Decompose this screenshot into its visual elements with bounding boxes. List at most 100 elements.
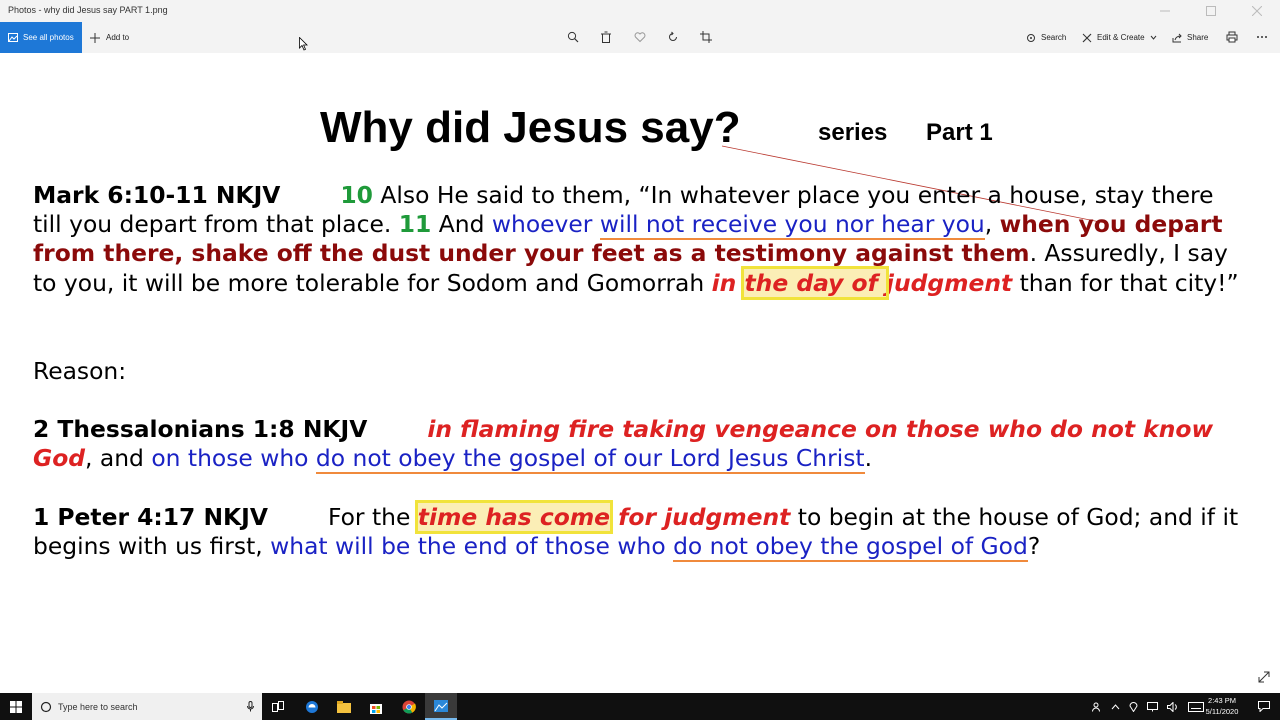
minimize-icon: [1160, 10, 1170, 12]
peter-end: ?: [1027, 532, 1041, 561]
print-icon: [1226, 31, 1238, 43]
delete-button[interactable]: [598, 29, 614, 45]
mark-judgment: judgment: [885, 268, 1013, 297]
toolbar: See all photos Add to Search Edit & Crea…: [0, 22, 1280, 53]
chevron-down-icon: [1150, 35, 1156, 40]
chrome-icon: [402, 700, 416, 713]
mark-in: in: [711, 268, 745, 297]
slide-part: Part 1: [926, 119, 993, 146]
favorite-button[interactable]: [632, 29, 648, 45]
print-button[interactable]: [1224, 29, 1240, 45]
people-icon[interactable]: [1092, 702, 1102, 712]
edit-create-button[interactable]: Edit & Create: [1082, 22, 1157, 53]
see-all-photos-button[interactable]: See all photos: [0, 22, 82, 53]
edit-create-label: Edit & Create: [1097, 33, 1145, 42]
see-all-photos-label: See all photos: [23, 33, 74, 42]
peter-for-judgment: for judgment: [610, 503, 791, 531]
share-button[interactable]: Share: [1172, 22, 1208, 53]
chevron-up-icon[interactable]: [1111, 703, 1120, 710]
mark-passage: Mark 6:10-11 NKJV 10 Also He said to them…: [33, 181, 1248, 300]
zoom-icon: [567, 31, 579, 43]
photo-viewer: Why did Jesus say? series Part 1 Mark 6:…: [0, 53, 1280, 693]
search-icon: [1027, 33, 1035, 42]
mark-comma: ,: [984, 210, 1000, 239]
mark-whoever: whoever: [491, 210, 600, 239]
share-icon: [1172, 33, 1182, 42]
windows-icon: [10, 700, 22, 713]
notifications-button[interactable]: [1248, 693, 1280, 720]
close-button[interactable]: [1234, 0, 1280, 22]
edit-icon: [1082, 33, 1092, 42]
share-label: Share: [1187, 33, 1209, 42]
zoom-button[interactable]: [565, 29, 581, 45]
close-icon: [1252, 6, 1262, 16]
mouse-cursor-icon: [299, 37, 308, 51]
microphone-icon: [247, 701, 254, 712]
store-icon: [370, 703, 382, 714]
peter-text-1: For the: [327, 503, 418, 531]
taskbar: Type here to search 2:43 PM 5/11/2020: [0, 693, 1280, 720]
location-icon[interactable]: [1129, 701, 1138, 712]
chrome-app[interactable]: [393, 693, 425, 720]
peter-what-end: what will be the end of those who: [270, 532, 674, 561]
thessalonians-passage: 2 Thessalonians 1:8 NKJV in flaming fire …: [33, 415, 1248, 475]
task-view-icon: [272, 701, 284, 712]
photos-app[interactable]: [425, 693, 457, 720]
thess-text-1: , and: [85, 444, 152, 473]
task-view-button[interactable]: [262, 693, 294, 720]
heart-icon: [634, 32, 646, 43]
peter-not-obey: do not obey the gospel of God: [673, 532, 1028, 563]
verse-number-10: 10: [340, 181, 373, 209]
add-to-button[interactable]: Add to: [90, 22, 129, 53]
mark-day-of: the day of: [741, 265, 889, 300]
peter-reference: 1 Peter 4:17 NKJV: [33, 503, 268, 531]
thess-not-obey: do not obey the gospel of our Lord Jesus…: [315, 444, 865, 475]
edge-icon: [306, 700, 318, 713]
expand-icon[interactable]: [1256, 669, 1272, 685]
slide-title: Why did Jesus say?: [320, 103, 741, 152]
peter-passage: 1 Peter 4:17 NKJV For the time has come f…: [33, 500, 1248, 563]
search-circle-icon: [40, 701, 52, 712]
trash-icon: [601, 31, 611, 43]
title-bar: Photos - why did Jesus say PART 1.png: [0, 0, 1280, 22]
mark-text-4: than for that city!”: [1012, 268, 1239, 297]
mark-not-receive: will not receive you nor hear you: [599, 210, 985, 241]
start-button[interactable]: [0, 693, 32, 720]
system-tray: [1092, 693, 1204, 720]
edge-app[interactable]: [296, 693, 328, 720]
minimize-button[interactable]: [1142, 0, 1188, 22]
taskbar-search-box[interactable]: Type here to search: [32, 693, 262, 720]
taskbar-search-placeholder: Type here to search: [58, 701, 138, 712]
photos-icon: [8, 33, 18, 42]
add-to-label: Add to: [106, 33, 130, 42]
more-button[interactable]: [1254, 29, 1270, 45]
network-icon[interactable]: [1147, 701, 1158, 712]
taskbar-clock[interactable]: 2:43 PM 5/11/2020: [1198, 695, 1246, 717]
mark-reference: Mark 6:10-11 NKJV: [33, 181, 281, 209]
maximize-icon: [1206, 6, 1216, 16]
thess-reference: 2 Thessalonians 1:8 NKJV: [33, 415, 368, 443]
reason-label: Reason:: [33, 357, 127, 385]
search-button[interactable]: Search: [1026, 22, 1066, 53]
more-icon: [1257, 36, 1267, 38]
store-app[interactable]: [360, 693, 392, 720]
crop-button[interactable]: [698, 29, 714, 45]
peter-time-has-come: time has come: [414, 500, 614, 534]
rotate-button[interactable]: [665, 29, 681, 45]
clock-date: 5/11/2020: [1205, 707, 1239, 716]
crop-icon: [700, 31, 712, 43]
volume-icon[interactable]: [1167, 701, 1179, 712]
folder-icon: [337, 700, 351, 713]
maximize-button[interactable]: [1188, 0, 1234, 22]
search-label: Search: [1041, 33, 1067, 42]
verse-number-11: 11: [398, 210, 432, 239]
window-title: Photos - why did Jesus say PART 1.png: [8, 5, 168, 15]
mark-text-2: And: [431, 210, 492, 239]
rotate-icon: [669, 31, 677, 41]
file-explorer-app[interactable]: [328, 693, 360, 720]
plus-icon: [90, 32, 100, 43]
thess-end: .: [864, 444, 872, 473]
photos-app-icon: [434, 699, 448, 712]
notification-icon: [1258, 701, 1270, 712]
thess-on-those: on those who: [151, 444, 316, 473]
